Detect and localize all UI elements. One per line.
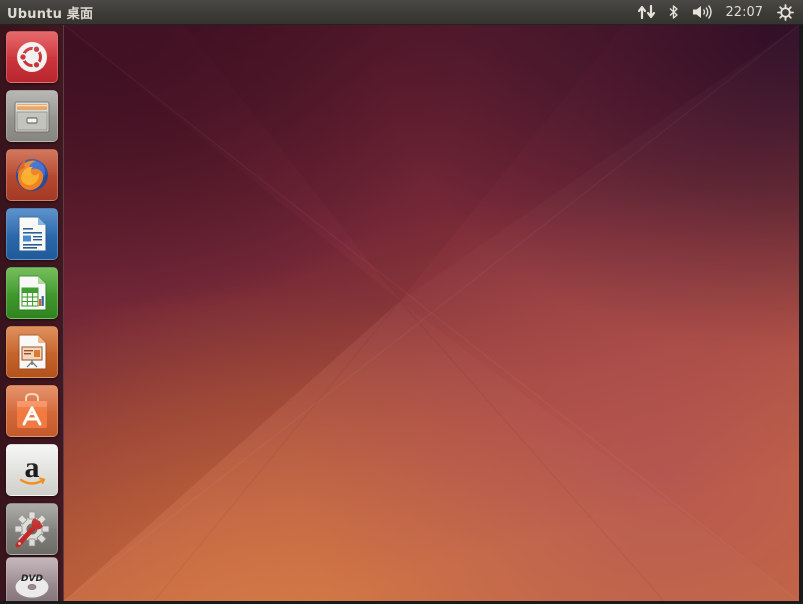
calc-spreadsheet-icon <box>18 275 47 311</box>
launcher-libreoffice-calc[interactable] <box>6 267 58 319</box>
amazon-logo-icon: a <box>19 451 46 485</box>
clock-indicator[interactable]: 22:07 <box>720 0 771 25</box>
top-panel: Ubuntu 桌面 22:07 <box>0 0 803 25</box>
dvd-disc-icon: DVD <box>14 574 50 599</box>
sound-indicator[interactable] <box>686 0 720 25</box>
screen-frame-right <box>799 25 803 604</box>
bluetooth-indicator[interactable] <box>662 0 686 25</box>
unity-launcher: a DVD <box>0 25 64 601</box>
bluetooth-icon <box>669 5 678 19</box>
desktop-wallpaper[interactable] <box>64 25 799 601</box>
launcher-dvd-drive[interactable]: DVD <box>6 557 58 601</box>
launcher-files[interactable] <box>6 90 58 142</box>
file-cabinet-icon <box>14 101 50 133</box>
dvd-label: DVD <box>21 574 43 584</box>
network-updown-icon <box>637 4 655 20</box>
writer-document-icon <box>18 216 47 252</box>
launcher-dash-home[interactable] <box>6 31 58 83</box>
ubuntu-desktop-screen: Ubuntu 桌面 22:07 a DVD <box>0 0 803 604</box>
software-center-bag-icon <box>17 392 47 428</box>
session-indicator[interactable] <box>771 0 803 25</box>
launcher-libreoffice-writer[interactable] <box>6 208 58 260</box>
session-gear-icon <box>777 3 794 21</box>
launcher-system-settings[interactable] <box>6 503 58 555</box>
impress-presentation-icon <box>18 334 47 370</box>
firefox-icon <box>16 159 48 191</box>
launcher-amazon[interactable]: a <box>6 444 58 496</box>
launcher-ubuntu-software-center[interactable] <box>6 385 58 437</box>
launcher-libreoffice-impress[interactable] <box>6 326 58 378</box>
wallpaper-graphic <box>64 25 799 601</box>
settings-gear-wrench-icon <box>14 511 50 548</box>
volume-icon <box>692 5 712 19</box>
amazon-letter: a <box>25 451 40 484</box>
network-indicator[interactable] <box>632 0 662 25</box>
launcher-firefox[interactable] <box>6 149 58 201</box>
panel-window-title: Ubuntu 桌面 <box>7 6 94 22</box>
ubuntu-logo-icon <box>17 42 47 72</box>
